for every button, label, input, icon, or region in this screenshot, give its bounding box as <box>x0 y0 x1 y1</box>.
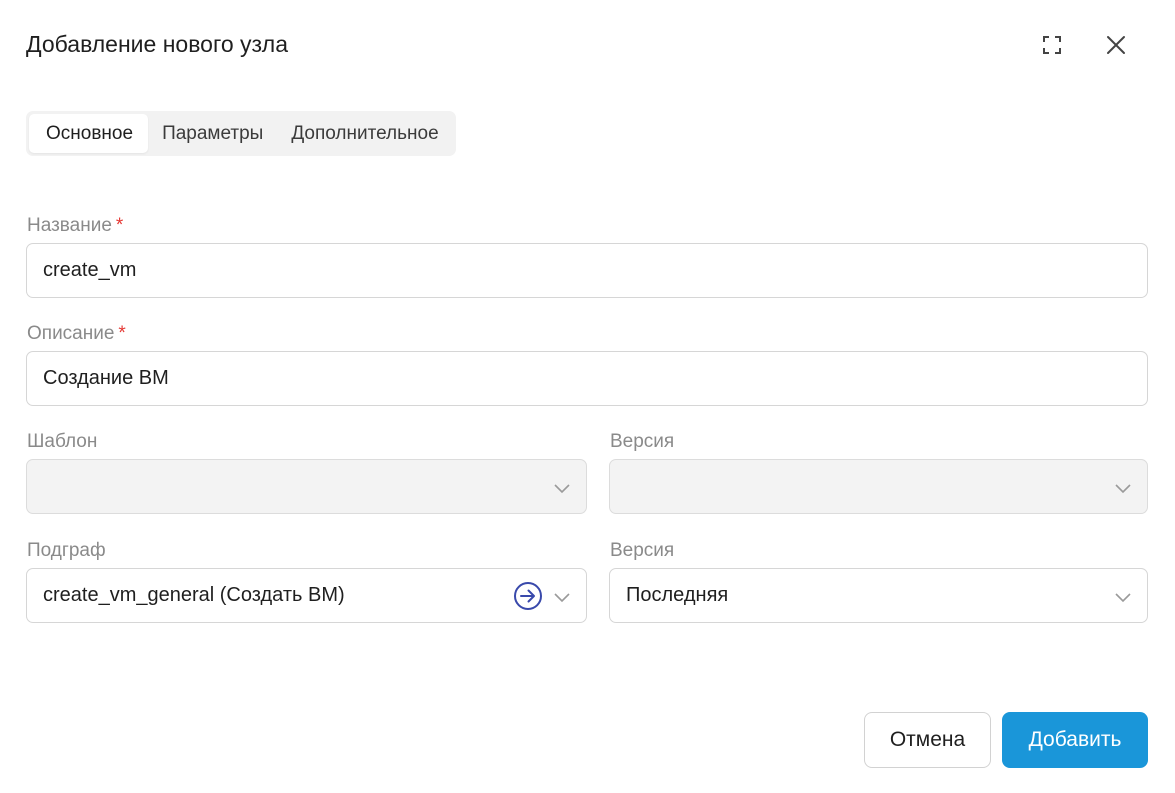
tab-additional[interactable]: Дополнительное <box>277 114 452 153</box>
subgraph-select-value: create_vm_general (Создать ВМ) <box>43 584 345 606</box>
chevron-down-icon <box>554 593 570 603</box>
subgraph-label: Подграф <box>27 540 106 561</box>
name-label: Название * <box>27 215 123 237</box>
chevron-down-icon <box>554 484 570 494</box>
subgraph-select[interactable]: create_vm_general (Создать ВМ) <box>26 568 587 623</box>
add-button[interactable]: Добавить <box>1002 712 1148 768</box>
arrow-right-circle-icon[interactable] <box>513 581 543 611</box>
template-version-select <box>609 459 1148 514</box>
description-label: Описание * <box>27 323 126 345</box>
name-input-value: create_vm <box>43 259 137 281</box>
maximize-button[interactable] <box>1036 29 1068 61</box>
template-select <box>26 459 587 514</box>
maximize-icon <box>1043 36 1061 54</box>
chevron-down-icon <box>1115 484 1131 494</box>
tab-bar: Основное Параметры Дополнительное <box>26 111 456 156</box>
template-label: Шаблон <box>27 431 98 452</box>
tab-basic[interactable]: Основное <box>29 114 149 153</box>
cancel-button[interactable]: Отмена <box>864 712 991 768</box>
chevron-down-icon <box>1115 593 1131 603</box>
required-mark: * <box>118 323 126 344</box>
subgraph-version-label: Версия <box>610 540 675 561</box>
tab-parameters[interactable]: Параметры <box>148 114 277 153</box>
required-mark: * <box>115 215 124 236</box>
close-icon <box>1107 36 1125 54</box>
template-version-label: Версия <box>610 431 675 452</box>
description-input-value: Создание ВМ <box>43 367 169 389</box>
close-button[interactable] <box>1100 29 1132 61</box>
name-label-text: Название <box>27 215 112 236</box>
dialog-title: Добавление нового узла <box>26 31 289 57</box>
subgraph-version-select[interactable]: Последняя <box>609 568 1148 623</box>
description-input[interactable]: Создание ВМ <box>26 351 1148 406</box>
name-input[interactable]: create_vm <box>26 243 1148 298</box>
subgraph-version-select-value: Последняя <box>626 584 729 606</box>
description-label-text: Описание <box>27 323 115 344</box>
